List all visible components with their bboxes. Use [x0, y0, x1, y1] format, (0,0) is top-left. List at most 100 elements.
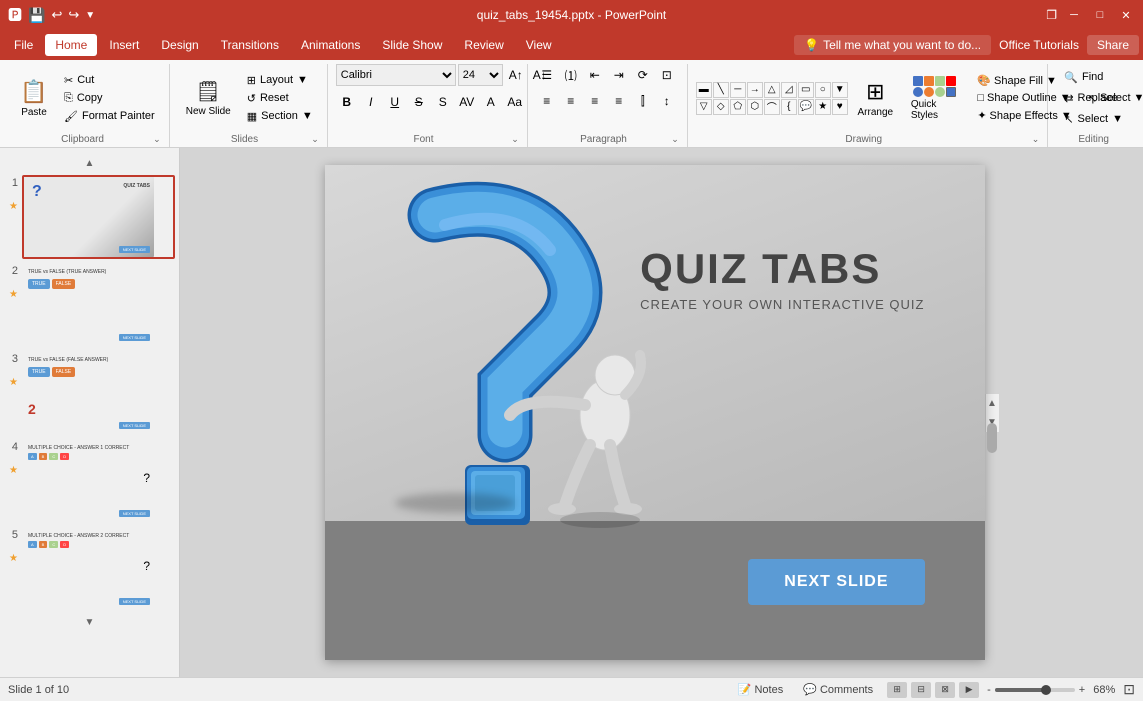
shape-arrow[interactable]: → — [747, 82, 763, 98]
shape-callout[interactable]: 💬 — [798, 99, 814, 115]
slideshow-button[interactable]: ▶ — [959, 682, 979, 698]
text-direction-button[interactable]: ⟳ — [632, 64, 654, 86]
justify-button[interactable]: ≡ — [608, 90, 630, 112]
font-size-clear-button[interactable]: Aa — [504, 91, 526, 113]
shape-brace[interactable]: { — [781, 99, 797, 115]
paragraph-expand-icon[interactable]: ⌄ — [671, 134, 679, 145]
menu-design[interactable]: Design — [151, 34, 208, 56]
slide-sorter-button[interactable]: ⊟ — [911, 682, 931, 698]
numbering-button[interactable]: ⑴ — [560, 64, 582, 86]
customize-qat-icon[interactable]: ▼ — [85, 10, 95, 21]
bullets-button[interactable]: ☰ — [536, 64, 558, 86]
copy-button[interactable]: ⎘ Copy — [58, 90, 161, 107]
menu-view[interactable]: View — [516, 34, 562, 56]
font-size-select[interactable]: 24 — [458, 64, 503, 86]
new-slide-button[interactable]: 🗒 New Slide — [178, 75, 239, 121]
bold-button[interactable]: B — [336, 91, 358, 113]
shape-rtriangle[interactable]: ◿ — [781, 82, 797, 98]
share-button[interactable]: Share — [1087, 35, 1139, 55]
shape-line[interactable]: ─ — [730, 82, 746, 98]
slide-thumb-1[interactable]: 1 ★ ? QUIZ TABS NEXT SLIDE — [4, 175, 175, 259]
clipboard-expand-icon[interactable]: ⌄ — [153, 134, 161, 145]
menu-slideshow[interactable]: Slide Show — [372, 34, 452, 56]
shape-oval[interactable]: ○ — [815, 82, 831, 98]
menu-home[interactable]: Home — [45, 34, 97, 56]
panel-scroll-up[interactable]: ▲ — [4, 156, 175, 171]
zoom-out-icon[interactable]: - — [987, 684, 991, 696]
restore-icon[interactable]: ❐ — [1046, 8, 1057, 22]
find-button[interactable]: 🔍 Find — [1056, 68, 1131, 87]
reading-view-button[interactable]: ⊠ — [935, 682, 955, 698]
paste-button[interactable]: 📋 Paste — [12, 75, 56, 122]
slide-img-wrap-1[interactable]: ? QUIZ TABS NEXT SLIDE — [22, 175, 175, 259]
convert-to-smartart-button[interactable]: ⊡ — [656, 64, 678, 86]
slide-thumb-2[interactable]: 2 ★ TRUE vs FALSE (TRUE ANSWER) TRUE FAL… — [4, 263, 175, 347]
scroll-up-arrow[interactable]: ▲ — [985, 396, 999, 411]
menu-review[interactable]: Review — [454, 34, 513, 56]
redo-icon[interactable]: ↪ — [68, 7, 79, 23]
menu-transitions[interactable]: Transitions — [211, 34, 289, 56]
tell-me-box[interactable]: 💡 Tell me what you want to do... — [794, 35, 991, 55]
columns-button[interactable]: ⫿ — [632, 90, 654, 112]
fit-page-button[interactable]: ⊡ — [1123, 681, 1135, 698]
shape-hexagon[interactable]: ⬡ — [747, 99, 763, 115]
replace-button[interactable]: ⇄ Replace — [1056, 89, 1131, 108]
office-tutorials-link[interactable]: Office Tutorials — [999, 38, 1079, 52]
increase-font-button[interactable]: A↑ — [505, 64, 527, 86]
slide-thumb-4[interactable]: 4 ★ MULTIPLE CHOICE - ANSWER 1 CORRECT A… — [4, 439, 175, 523]
drawing-expand-icon[interactable]: ⌄ — [1032, 134, 1040, 145]
line-spacing-button[interactable]: ↕ — [656, 90, 678, 112]
italic-button[interactable]: I — [360, 91, 382, 113]
close-button[interactable]: ✕ — [1117, 6, 1135, 24]
underline-button[interactable]: U — [384, 91, 406, 113]
scroll-thumb[interactable] — [987, 423, 997, 453]
undo-icon[interactable]: ↩ — [51, 7, 62, 23]
notes-button[interactable]: 📝 Notes — [732, 681, 789, 698]
normal-view-button[interactable]: ⊞ — [887, 682, 907, 698]
align-left-button[interactable]: ≡ — [536, 90, 558, 112]
slide-thumb-5[interactable]: 5 ★ MULTIPLE CHOICE - ANSWER 2 CORRECT A… — [4, 527, 175, 611]
shape-star[interactable]: ★ — [815, 99, 831, 115]
shape-triangle[interactable]: △ — [764, 82, 780, 98]
shape-heart[interactable]: ♥ — [832, 99, 848, 115]
shape-rect[interactable]: ▬ — [696, 82, 712, 98]
minimize-button[interactable]: ─ — [1065, 6, 1083, 24]
slide-img-wrap-5[interactable]: MULTIPLE CHOICE - ANSWER 2 CORRECT A B C… — [22, 527, 175, 611]
next-slide-button[interactable]: NEXT SLIDE — [748, 559, 924, 605]
shape-more[interactable]: ▼ — [832, 82, 848, 98]
strikethrough-button[interactable]: S — [408, 91, 430, 113]
editing-select-button[interactable]: ↖ Select ▼ — [1056, 110, 1131, 129]
format-painter-button[interactable]: 🖌 Format Painter — [58, 108, 161, 125]
slider-track[interactable] — [995, 688, 1075, 692]
menu-insert[interactable]: Insert — [99, 34, 149, 56]
slide-img-wrap-2[interactable]: TRUE vs FALSE (TRUE ANSWER) TRUE FALSE N… — [22, 263, 175, 347]
slider-thumb-dot[interactable] — [1041, 685, 1051, 695]
menu-animations[interactable]: Animations — [291, 34, 370, 56]
font-expand-icon[interactable]: ⌄ — [511, 134, 519, 145]
zoom-in-icon[interactable]: + — [1079, 684, 1085, 696]
comments-button[interactable]: 💬 Comments — [797, 681, 879, 698]
shadow-button[interactable]: S — [432, 91, 454, 113]
shape-curve[interactable]: ⌒ — [764, 99, 780, 115]
panel-scroll-down[interactable]: ▼ — [4, 615, 175, 630]
align-center-button[interactable]: ≡ — [560, 90, 582, 112]
font-family-select[interactable]: Calibri — [336, 64, 456, 86]
indent-decrease-button[interactable]: ⇤ — [584, 64, 606, 86]
shape-eq-triangle[interactable]: ▽ — [696, 99, 712, 115]
slide-thumb-3[interactable]: 3 ★ TRUE vs FALSE (FALSE ANSWER) TRUE FA… — [4, 351, 175, 435]
shape-pentagon[interactable]: ⬠ — [730, 99, 746, 115]
maximize-button[interactable]: □ — [1091, 6, 1109, 24]
shape-diamond[interactable]: ◇ — [713, 99, 729, 115]
slide-img-wrap-4[interactable]: MULTIPLE CHOICE - ANSWER 1 CORRECT A B C… — [22, 439, 175, 523]
section-button[interactable]: ▦ Section ▼ — [241, 108, 319, 125]
arrange-button[interactable]: ⊞ Arrange — [852, 73, 899, 124]
quick-styles-button[interactable]: Quick Styles — [903, 70, 968, 127]
cut-button[interactable]: ✂ Cut — [58, 72, 161, 89]
slides-expand-icon[interactable]: ⌄ — [311, 134, 319, 145]
char-spacing-button[interactable]: AV — [456, 91, 478, 113]
reset-button[interactable]: ↺ Reset — [241, 90, 319, 107]
shape-diagonal[interactable]: ╲ — [713, 82, 729, 98]
layout-button[interactable]: ⊞ Layout ▼ — [241, 72, 319, 89]
font-color-button[interactable]: A — [480, 91, 502, 113]
indent-increase-button[interactable]: ⇥ — [608, 64, 630, 86]
